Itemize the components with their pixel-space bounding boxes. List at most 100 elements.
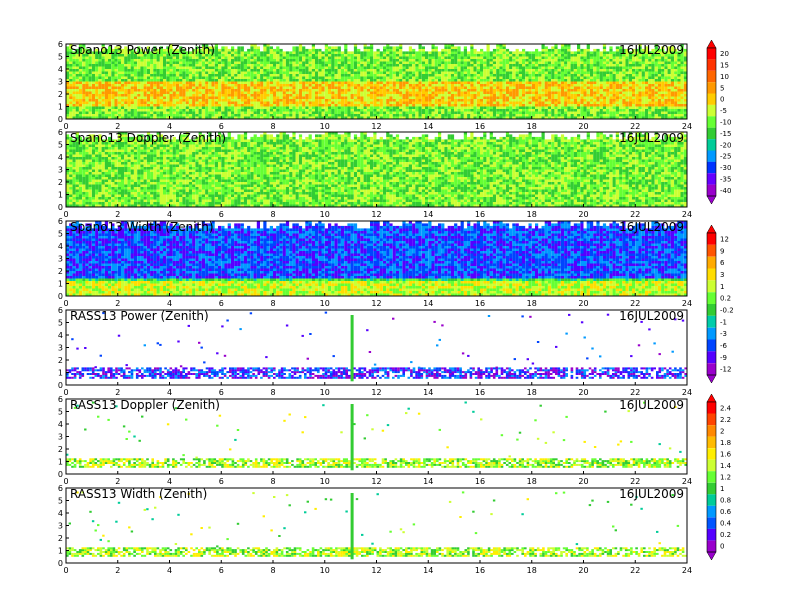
heatmap-cell (72, 101, 76, 104)
heatmap-cell (531, 61, 535, 64)
heatmap-cell (308, 91, 312, 94)
heatmap-cell (221, 73, 225, 77)
heatmap-cell (476, 68, 480, 72)
heatmap-cell (269, 71, 273, 74)
heatmap-cell (117, 88, 121, 92)
heatmap-cell (441, 51, 445, 54)
heatmap-cell (389, 68, 393, 72)
heatmap-cell (505, 88, 510, 92)
heatmap-cell (389, 51, 393, 54)
heatmap-cell (619, 83, 623, 87)
heatmap-cell (370, 93, 374, 97)
heatmap-cell (350, 93, 354, 97)
heatmap-cell (273, 56, 277, 59)
heatmap-cell (224, 91, 228, 94)
heatmap-cell (234, 61, 238, 64)
heatmap-cell (315, 106, 319, 109)
heatmap-cell (292, 91, 296, 94)
heatmap-cell (260, 66, 264, 69)
heatmap-cell (150, 63, 154, 67)
heatmap-cell (366, 113, 370, 117)
heatmap-cell (444, 63, 448, 67)
heatmap-cell (567, 81, 571, 84)
heatmap-cell (522, 83, 526, 87)
heatmap-cell (82, 106, 86, 109)
heatmap-cell (454, 96, 458, 99)
heatmap-cell (247, 66, 251, 69)
heatmap-cell (324, 91, 328, 94)
heatmap-cell (599, 58, 603, 62)
heatmap-cell (227, 76, 231, 79)
heatmap-cell (567, 91, 571, 94)
heatmap-cell (363, 78, 367, 82)
heatmap-cell (402, 56, 406, 59)
heatmap-cell (570, 96, 574, 99)
heatmap-cell (496, 108, 500, 112)
heatmap-cell (357, 88, 361, 92)
heatmap-cell (150, 88, 154, 92)
heatmap-cell (227, 81, 231, 84)
heatmap-cell (321, 53, 325, 57)
heatmap-cell (499, 108, 503, 112)
heatmap-cell (425, 53, 429, 57)
heatmap-cell (72, 103, 76, 107)
heatmap-cell (302, 78, 306, 82)
heatmap-cell (111, 96, 115, 99)
heatmap-cell (231, 106, 235, 109)
heatmap-cell (492, 103, 497, 107)
heatmap-cell (350, 51, 354, 54)
heatmap-cell (512, 93, 516, 97)
heatmap-cell (583, 53, 587, 57)
heatmap-cell (408, 61, 412, 64)
heatmap-cell (547, 81, 552, 84)
heatmap-cell (564, 53, 568, 57)
heatmap-cell (214, 96, 218, 99)
heatmap-cell (363, 101, 367, 104)
heatmap-cell (324, 78, 328, 82)
heatmap-cell (544, 71, 548, 74)
heatmap-cell (260, 86, 264, 89)
heatmap-cell (438, 58, 442, 62)
heatmap-cell (632, 86, 636, 89)
heatmap-cell (379, 58, 383, 62)
heatmap-cell (554, 93, 558, 97)
heatmap-cell (124, 66, 128, 69)
heatmap-cell (263, 71, 267, 74)
heatmap-cell (282, 63, 286, 67)
heatmap-cell (140, 76, 144, 79)
heatmap-cell (101, 106, 105, 109)
heatmap-cell (551, 86, 555, 89)
heatmap-cell (363, 98, 367, 102)
heatmap-cell (337, 103, 341, 107)
heatmap-cell (538, 68, 542, 72)
heatmap-cell (279, 76, 283, 79)
heatmap-cell (324, 111, 328, 114)
heatmap-cell (360, 61, 364, 64)
heatmap-cell (366, 71, 370, 74)
heatmap-cell (434, 96, 438, 99)
heatmap-cell (130, 76, 134, 79)
heatmap-cell (370, 88, 374, 92)
heatmap-cell (231, 101, 235, 104)
heatmap-cell (473, 73, 477, 77)
heatmap-cell (366, 81, 370, 84)
heatmap-cell (480, 93, 484, 97)
heatmap-cell (308, 58, 312, 62)
heatmap-cell (331, 58, 335, 62)
heatmap-cell (159, 78, 163, 82)
heatmap-cell (577, 113, 581, 117)
heatmap-cell (298, 71, 303, 74)
heatmap-cell (263, 106, 267, 109)
heatmap-cell (185, 108, 189, 112)
heatmap-cell (285, 83, 290, 87)
heatmap-cell (146, 73, 151, 77)
heatmap-cell (198, 113, 202, 117)
heatmap-cell (366, 108, 370, 112)
heatmap-cell (78, 76, 83, 79)
heatmap-cell (227, 83, 231, 87)
heatmap-cell (428, 68, 432, 72)
heatmap-cell (279, 53, 283, 57)
heatmap-cell (302, 56, 306, 59)
heatmap-cell (606, 66, 610, 69)
heatmap-cell (237, 46, 241, 49)
